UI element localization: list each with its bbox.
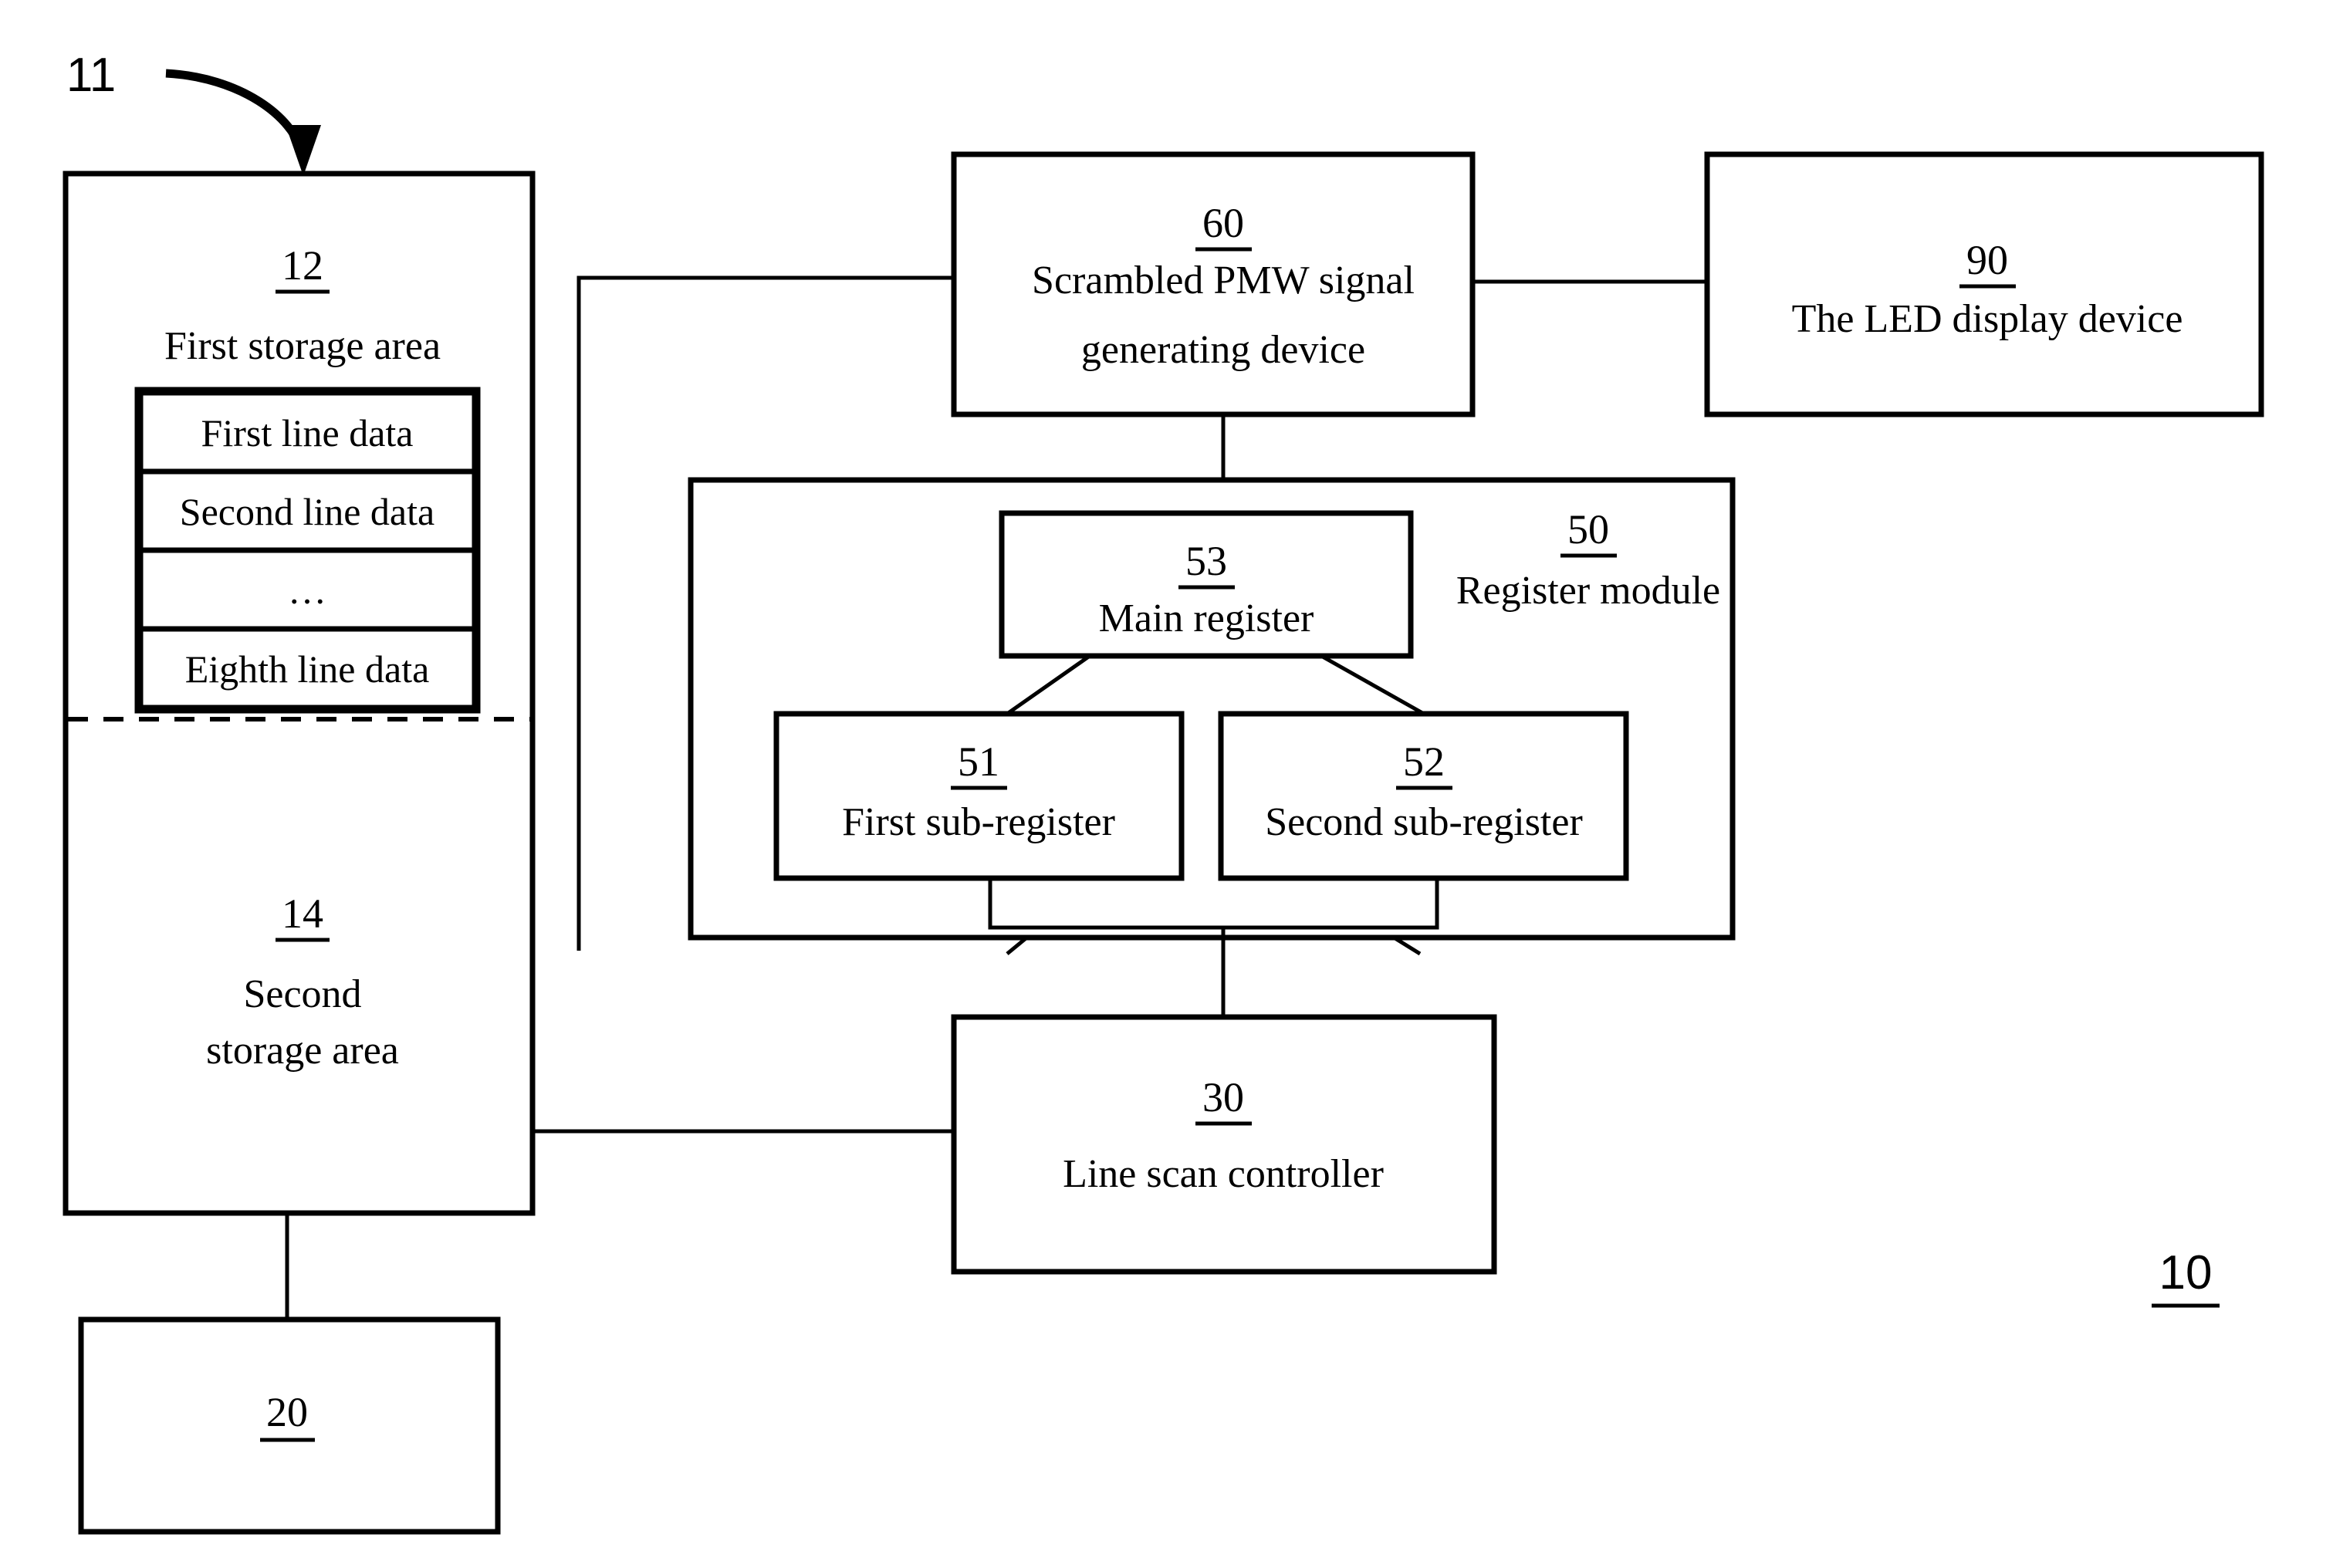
line-scan-controller-fill — [954, 1017, 1494, 1272]
pwm-generator-label-1: Scrambled PMW signal — [1032, 259, 1415, 302]
reference-arrowhead — [286, 125, 321, 176]
ref-label-53: 53 — [1185, 538, 1227, 584]
led-display-label: The LED display device — [1792, 297, 2183, 341]
ref-label-11: 11 — [66, 49, 116, 102]
ref-label-60: 60 — [1202, 200, 1244, 246]
second-sub-register-label: Second sub-register — [1265, 800, 1583, 844]
second-storage-area-label-2: storage area — [206, 1029, 399, 1073]
ref-label-52: 52 — [1403, 738, 1445, 785]
main-register-label: Main register — [1099, 596, 1314, 640]
reference-arrow-curve — [165, 69, 307, 156]
line-row-second: Second line data — [180, 490, 434, 533]
block-diagram-svg: 11 12 First storage area First line data… — [63, 49, 2264, 1535]
figure-canvas: 11 12 First storage area First line data… — [0, 0, 2333, 1568]
ref-label-90: 90 — [1966, 237, 2008, 283]
first-sub-register-label: First sub-register — [842, 800, 1115, 844]
line-row-eighth: Eighth line data — [185, 647, 430, 691]
line-scan-controller-label: Line scan controller — [1063, 1152, 1384, 1196]
ref-label-10: 10 — [2159, 1246, 2213, 1299]
ref-label-14: 14 — [282, 890, 323, 937]
ref-label-12: 12 — [282, 242, 323, 289]
line-row-ellipsis: … — [288, 569, 326, 612]
first-storage-area-label: First storage area — [164, 324, 441, 368]
second-storage-area-label-1: Second — [243, 972, 361, 1016]
register-module-label: Register module — [1456, 569, 1720, 613]
ref-label-50: 50 — [1567, 506, 1609, 553]
ref-label-51: 51 — [958, 738, 999, 785]
ref-label-30: 30 — [1202, 1074, 1244, 1120]
pwm-generator-label-2: generating device — [1081, 328, 1365, 372]
line-row-first: First line data — [201, 411, 414, 455]
ref-label-20: 20 — [266, 1389, 308, 1435]
